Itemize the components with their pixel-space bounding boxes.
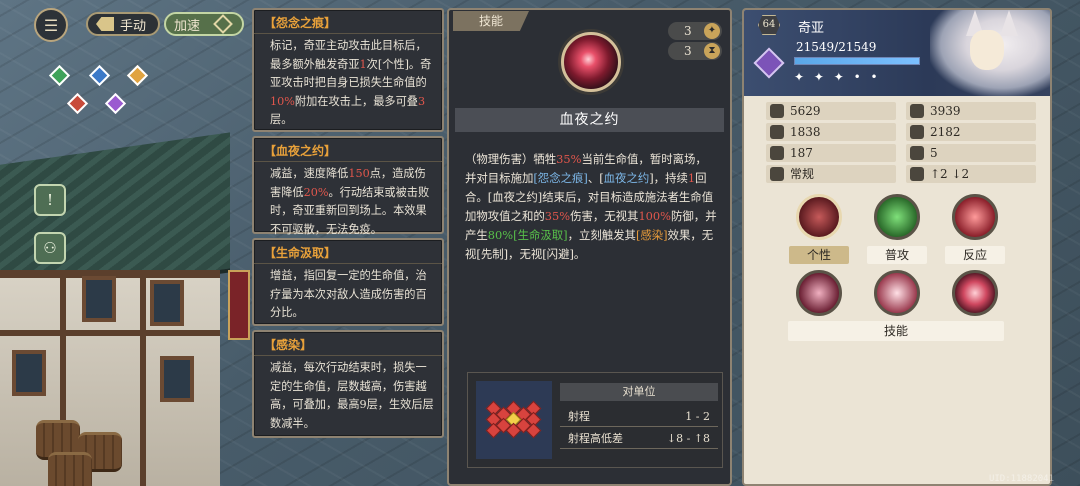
stat-height: ↑2 ↓2: [906, 165, 1036, 183]
uid-watermark: UID:11882041: [988, 474, 1054, 484]
skill-slot-1-icon[interactable]: [796, 270, 842, 316]
basic-attack-icon[interactable]: [874, 194, 920, 240]
range-row: 射程 1 - 2: [560, 407, 718, 427]
hp-text: 21549/21549: [796, 40, 877, 54]
tooltip-infection: 【感染】 减益，每次行动结束时，损失一定的生命值，层数越高，伤害越高，可叠加，最…: [252, 330, 444, 438]
stat-defense: 1838: [766, 123, 896, 141]
purple-unit-icon: [104, 92, 127, 115]
red-banner: [228, 270, 250, 340]
manual-icon: [96, 17, 114, 31]
range-target-type: 对单位: [560, 383, 718, 401]
green-unit-icon: [48, 64, 71, 87]
tooltip-title: 【怨念之痕】: [254, 10, 442, 34]
character-header: 64 奇亚 21549/21549 ✦ ✦ ✦ • •: [744, 10, 1050, 96]
tooltip-blood-night-pact: 【血夜之约】 减益，速度降低150点，造成伤害降低20%。行动结束或被击败时，奇…: [252, 136, 444, 236]
tooltip-life-drain: 【生命汲取】 增益，指回复一定的生命值，治疗量为本次对敌人造成伤害的百分比。: [252, 238, 444, 326]
stat-magic-defense: 2182: [906, 123, 1036, 141]
objective-button[interactable]: !: [34, 184, 66, 216]
manual-mode-button[interactable]: 手动: [86, 12, 161, 36]
range-pattern-icon: [476, 381, 552, 459]
blood-slash-skill-icon: [561, 32, 621, 92]
skill-name: 血夜之约: [455, 108, 724, 132]
shield-icon: [770, 125, 784, 139]
red-unit-icon: [66, 92, 89, 115]
stat-attack: 5629: [766, 102, 896, 120]
height-diff-value: ↓8 - ↑8: [666, 432, 710, 445]
skill-tab: 技能: [453, 11, 529, 31]
speed-label: 加速: [174, 18, 201, 34]
personality-label[interactable]: 个性: [789, 246, 849, 264]
skill-description: （物理伤害）牺牲35%当前生命值，暂时离场，并对目标施加[怨念之痕]、[血夜之约…: [465, 152, 717, 261]
height-diff-row: 射程高低差 ↓8 - ↑8: [560, 429, 718, 449]
magic-icon: [910, 104, 924, 118]
skills-label: 技能: [788, 321, 1004, 341]
skill-cost-ap: 3 ✦: [668, 22, 722, 40]
star-rating: ✦ ✦ ✦ • •: [794, 70, 881, 84]
range-value: 1 - 2: [685, 410, 710, 423]
status-icons: [46, 64, 149, 120]
movement-icon: [910, 146, 924, 160]
tooltip-body: 增益，指回复一定的生命值，治疗量为本次对敌人造成伤害的百分比。: [270, 269, 427, 319]
tooltip-title: 【血夜之约】: [254, 138, 442, 162]
party-button[interactable]: ⚇: [34, 232, 66, 264]
reaction-skill-icon[interactable]: [952, 194, 998, 240]
speed-button[interactable]: 加速: [164, 12, 245, 36]
stat-magic-attack: 3939: [906, 102, 1036, 120]
tooltip-body: 减益，每次行动结束时，损失一定的生命值，层数越高，伤害越高，可叠加，最高9层，生…: [270, 361, 434, 430]
star-coin-icon: ✦: [704, 23, 720, 39]
people-icon: ⚇: [43, 239, 57, 257]
alert-icon: !: [46, 191, 54, 209]
skill-cooldown: 3 ⧗: [668, 42, 722, 60]
class-icon: [770, 167, 784, 181]
attack-label[interactable]: 普攻: [867, 246, 927, 264]
stat-speed: 187: [766, 144, 896, 162]
cooldown-value: 3: [684, 44, 692, 58]
character-portrait: [930, 10, 1050, 96]
hp-bar: [794, 57, 920, 65]
height-diff-label: 射程高低差: [568, 432, 623, 445]
character-panel: 64 奇亚 21549/21549 ✦ ✦ ✦ • • 5629 3939 18…: [742, 8, 1052, 486]
level-badge: 64: [758, 15, 780, 35]
height-icon: [910, 167, 924, 181]
manual-label: 手动: [120, 18, 147, 34]
cost-value: 3: [684, 24, 692, 38]
stat-class: 常规: [766, 165, 896, 183]
skill-detail-panel: 技能 3 ✦ 3 ⧗ 血夜之约 （物理伤害）牺牲35%当前生命值，暂时离场，并对…: [447, 8, 732, 486]
blue-unit-icon: [88, 64, 111, 87]
tooltip-resentment-mark: 【怨念之痕】 标记，奇亚主动攻击此目标后，最多额外触发奇亚1次[个性]。奇亚攻击…: [252, 8, 444, 132]
tooltip-body: 标记，奇亚主动攻击此目标后，最多额外触发奇亚1次[个性]。奇亚攻击时把自身已损失…: [270, 39, 432, 126]
stat-movement: 5: [906, 144, 1036, 162]
skill-slots: 个性 普攻 反应: [756, 188, 1044, 340]
range-label: 射程: [568, 410, 590, 423]
skill-slot-2-icon[interactable]: [874, 270, 920, 316]
character-name: 奇亚: [798, 21, 825, 36]
tooltip-title: 【感染】: [254, 332, 442, 356]
tooltip-body: 减益，速度降低150点，造成伤害降低20%。行动结束或被击败时，奇亚重新回到场上…: [270, 167, 430, 236]
diamond-icon: [213, 14, 233, 34]
yellow-unit-icon: [126, 64, 149, 87]
tooltip-title: 【生命汲取】: [254, 240, 442, 264]
personality-skill-icon[interactable]: [796, 194, 842, 240]
magic-defense-icon: [910, 125, 924, 139]
hourglass-icon: ⧗: [704, 43, 720, 59]
range-info: 对单位 射程 1 - 2 射程高低差 ↓8 - ↑8: [467, 372, 723, 468]
menu-button[interactable]: ☰: [34, 8, 68, 42]
speed-icon: [770, 146, 784, 160]
sword-icon: [770, 104, 784, 118]
class-gem-icon: [753, 47, 785, 79]
list-icon: ☰: [43, 15, 59, 35]
reaction-label[interactable]: 反应: [945, 246, 1005, 264]
skill-slot-3-icon[interactable]: [952, 270, 998, 316]
